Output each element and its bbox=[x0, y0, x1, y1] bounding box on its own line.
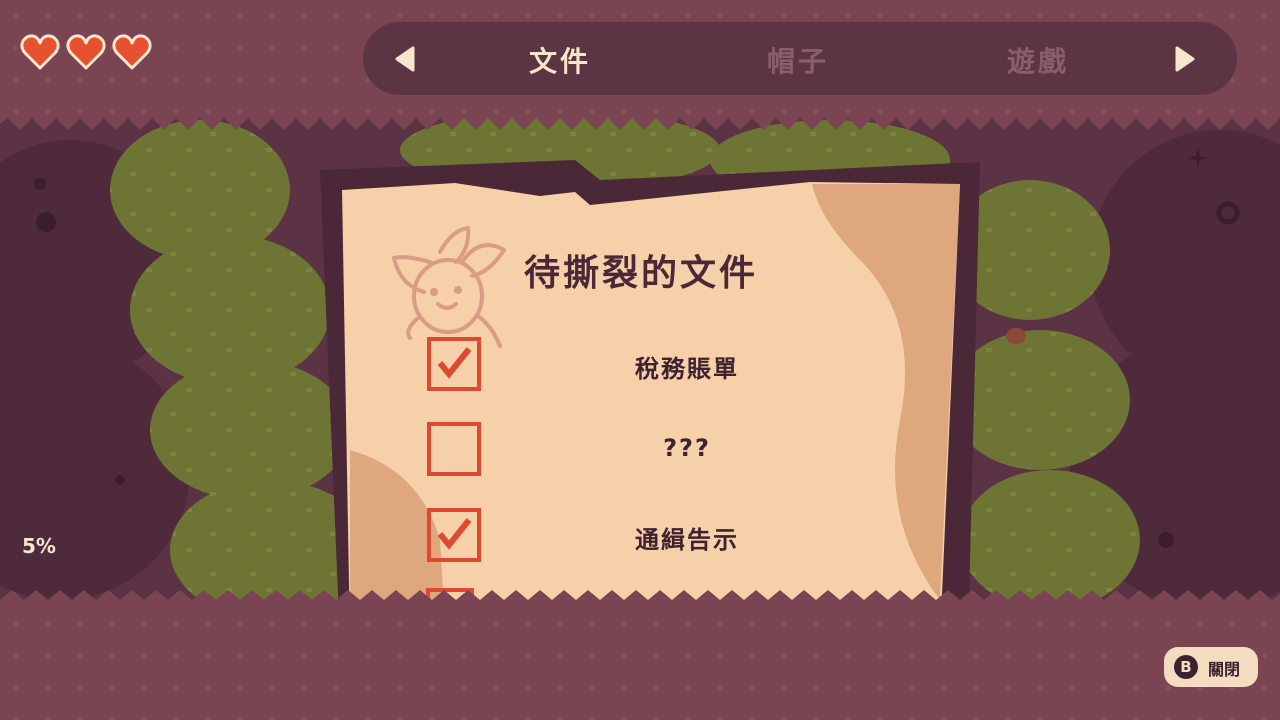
bottom-banner bbox=[0, 590, 1280, 720]
task-label: ??? bbox=[663, 434, 711, 462]
task-item: 稅務賬單 bbox=[427, 337, 847, 391]
health-hearts bbox=[20, 33, 152, 71]
tab-games[interactable]: 遊戲 bbox=[1007, 40, 1069, 80]
category-tab-bar: 文件 帽子 遊戲 bbox=[363, 22, 1237, 95]
tab-hats[interactable]: 帽子 bbox=[767, 40, 829, 80]
checkmark-icon bbox=[437, 347, 472, 379]
task-item: ??? bbox=[427, 422, 847, 476]
arrow-left-icon[interactable] bbox=[393, 46, 419, 72]
document-title: 待撕裂的文件 bbox=[524, 253, 759, 294]
close-button[interactable]: B 關閉 bbox=[1164, 647, 1258, 687]
arrow-right-icon[interactable] bbox=[1171, 46, 1197, 72]
task-checkbox[interactable] bbox=[427, 337, 481, 391]
task-checkbox[interactable] bbox=[427, 422, 481, 476]
tab-documents[interactable]: 文件 bbox=[529, 40, 591, 80]
task-label: 稅務賬單 bbox=[635, 355, 739, 383]
heart-icon bbox=[112, 34, 152, 70]
bush bbox=[960, 470, 1140, 610]
b-button-icon: B bbox=[1174, 655, 1198, 679]
heart-icon bbox=[66, 34, 106, 70]
task-checkbox[interactable] bbox=[427, 508, 481, 562]
checkmark-icon bbox=[437, 518, 472, 550]
completion-percent: 5% bbox=[22, 534, 56, 558]
task-item: 通緝告示 bbox=[427, 508, 847, 562]
close-label: 關閉 bbox=[1208, 660, 1241, 679]
heart-icon bbox=[20, 34, 60, 70]
task-label: 通緝告示 bbox=[635, 526, 739, 554]
bush bbox=[150, 360, 350, 500]
bush bbox=[950, 330, 1130, 470]
